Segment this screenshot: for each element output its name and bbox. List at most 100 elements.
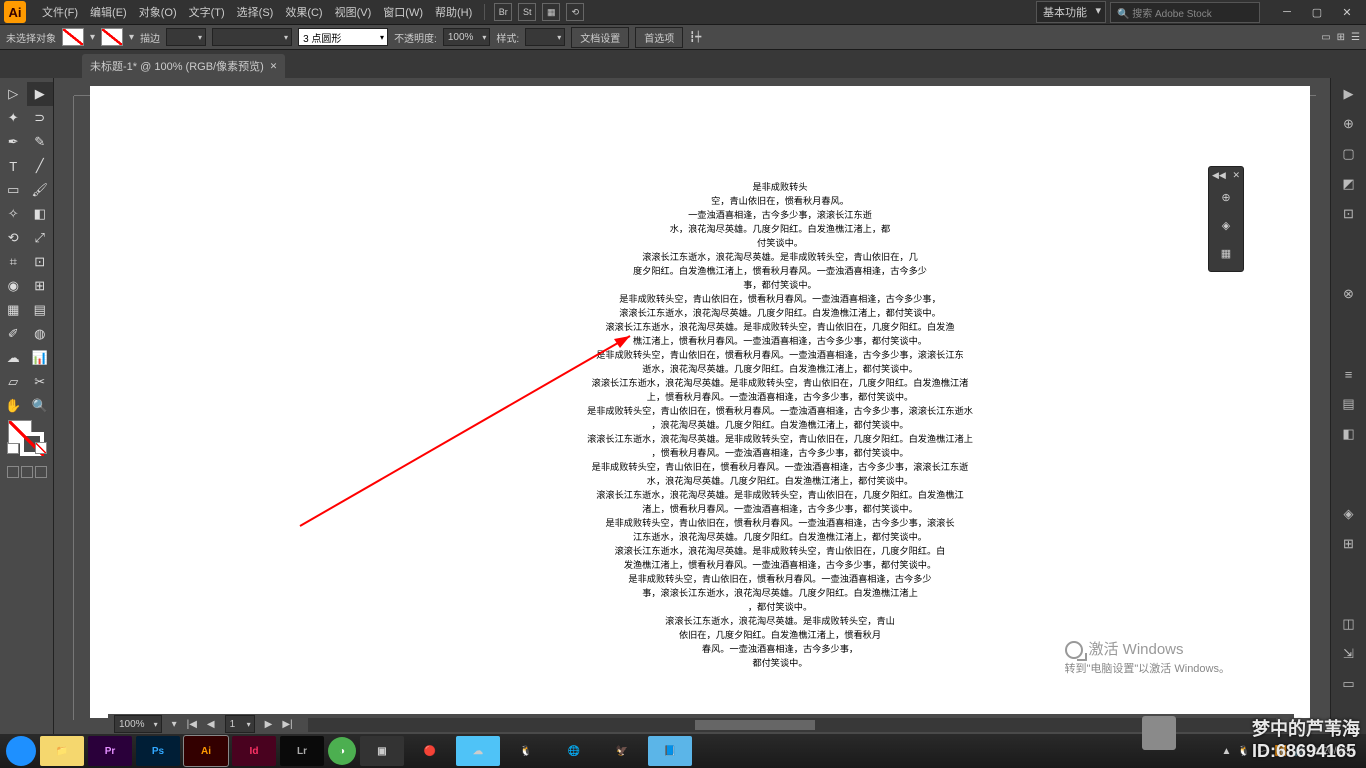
scale-tool[interactable]: ⤢	[27, 226, 54, 250]
taskbar-explorer-icon[interactable]: 📁	[40, 736, 84, 766]
taskbar-chrome-icon[interactable]: 🌐	[552, 736, 596, 766]
maximize-button[interactable]: ▢	[1302, 2, 1332, 22]
brush-tool[interactable]: 🖌	[27, 178, 54, 202]
properties-panel-icon[interactable]: ▶	[1339, 84, 1359, 104]
menu-window[interactable]: 窗口(W)	[377, 4, 429, 20]
rotate-tool[interactable]: ⟲	[0, 226, 27, 250]
zoom-tool[interactable]: 🔍	[27, 394, 54, 418]
panel-close-icon[interactable]: ✕	[1232, 170, 1240, 181]
panel-collapse-icon[interactable]: ◀◀	[1212, 170, 1226, 181]
taskbar-app3-icon[interactable]: 🔴	[408, 736, 452, 766]
taskbar-app6-icon[interactable]: 📘	[648, 736, 692, 766]
menu-file[interactable]: 文件(F)	[36, 4, 84, 20]
graph-tool[interactable]: 📊	[27, 346, 54, 370]
taskbar-app5-icon[interactable]: 🦅	[600, 736, 644, 766]
nav-last-icon[interactable]: ▶|	[282, 719, 292, 730]
mesh-tool[interactable]: ▦	[0, 298, 27, 322]
search-stock-input[interactable]: 🔍 搜索 Adobe Stock	[1110, 2, 1260, 23]
arrange-icon[interactable]: ▦	[542, 3, 560, 21]
swatches-panel-icon[interactable]: ▢	[1339, 144, 1359, 164]
cc-libraries-icon[interactable]: ⊗	[1339, 284, 1359, 304]
type-tool[interactable]: T	[0, 154, 27, 178]
rectangle-tool[interactable]: ▭	[0, 178, 27, 202]
nav-next-icon[interactable]: ▶	[265, 719, 273, 730]
taskbar-qq-icon[interactable]: 🐧	[504, 736, 548, 766]
document-tab[interactable]: 未标题-1* @ 100% (RGB/像素预览) ✕	[82, 54, 285, 78]
taskbar-app1-icon[interactable]: ◑	[328, 737, 356, 765]
transform-icon[interactable]: ⊞	[1337, 32, 1345, 43]
asset-export-icon[interactable]: ⇲	[1339, 644, 1359, 664]
panel-swatch-icon[interactable]: ▦	[1212, 240, 1240, 266]
width-tool[interactable]: ⌗	[0, 250, 27, 274]
minimize-button[interactable]: ─	[1272, 2, 1302, 22]
workspace-dropdown[interactable]: 基本功能	[1036, 1, 1106, 23]
menu-help[interactable]: 帮助(H)	[429, 4, 478, 20]
layers-panel-icon[interactable]: ◫	[1339, 614, 1359, 634]
direct-selection-tool[interactable]: ▶	[27, 82, 54, 106]
stroke-width-dropdown[interactable]	[166, 28, 206, 46]
tab-close-icon[interactable]: ✕	[270, 61, 278, 72]
artboard-nav-input[interactable]: 1	[225, 715, 255, 733]
taskbar-app2-icon[interactable]: ▣	[360, 736, 404, 766]
selection-tool[interactable]: ▷	[0, 82, 27, 106]
zoom-dropdown[interactable]: 100%	[114, 715, 162, 733]
hand-tool[interactable]: ✋	[0, 394, 27, 418]
stroke-profile-dropdown[interactable]	[212, 28, 292, 46]
curvature-tool[interactable]: ✎	[27, 130, 54, 154]
slice-tool[interactable]: ✂	[27, 370, 54, 394]
vertical-ruler[interactable]	[54, 96, 74, 720]
shape-builder-tool[interactable]: ◉	[0, 274, 27, 298]
free-transform-tool[interactable]: ⊡	[27, 250, 54, 274]
opacity-dropdown[interactable]: 100%	[443, 28, 491, 46]
perspective-tool[interactable]: ⊞	[27, 274, 54, 298]
taskbar-lightroom-icon[interactable]: Lr	[280, 736, 324, 766]
style-dropdown[interactable]	[525, 28, 565, 46]
blend-tool[interactable]: ◍	[27, 322, 54, 346]
menu-object[interactable]: 对象(O)	[133, 4, 183, 20]
bridge-icon[interactable]: Br	[494, 3, 512, 21]
stroke-swatch[interactable]	[101, 28, 123, 46]
symbols-panel-icon[interactable]: ⊡	[1339, 204, 1359, 224]
taskbar-app4-icon[interactable]: ☁	[456, 736, 500, 766]
tray-qq-icon[interactable]: 🐧	[1237, 746, 1249, 757]
appearance-panel-icon[interactable]: ◈	[1339, 504, 1359, 524]
prefs-icon[interactable]: ┇┿	[689, 32, 701, 43]
taskbar-indesign-icon[interactable]: Id	[232, 736, 276, 766]
menu-effect[interactable]: 效果(C)	[279, 4, 328, 20]
artboard-tool[interactable]: ▱	[0, 370, 27, 394]
gpu-icon[interactable]: ⟲	[566, 3, 584, 21]
circular-text-shape[interactable]: 是非成败转头空，青山依旧在，惯看秋月春风。一壶浊酒喜相逢，古今多少事，滚滚长江东…	[520, 180, 1040, 670]
panel-color-icon[interactable]: ⊕	[1212, 184, 1240, 210]
doc-setup-button[interactable]: 文档设置	[571, 27, 629, 48]
lasso-tool[interactable]: ⊃	[27, 106, 54, 130]
artboards-panel-icon[interactable]: ▭	[1339, 674, 1359, 694]
taskbar-premiere-icon[interactable]: Pr	[88, 736, 132, 766]
nav-first-icon[interactable]: |◀	[187, 719, 197, 730]
menu-select[interactable]: 选择(S)	[231, 4, 280, 20]
brushes-panel-icon[interactable]: ◩	[1339, 174, 1359, 194]
menu-view[interactable]: 视图(V)	[329, 4, 378, 20]
gradient-panel-icon[interactable]: ▤	[1339, 394, 1359, 414]
brush-dropdown[interactable]: 3 点圆形	[298, 28, 388, 46]
floating-panel[interactable]: ◀◀✕ ⊕ ◈ ▦	[1208, 166, 1244, 272]
magic-wand-tool[interactable]: ✦	[0, 106, 27, 130]
menu-type[interactable]: 文字(T)	[183, 4, 231, 20]
fill-swatch[interactable]	[62, 28, 84, 46]
transparency-panel-icon[interactable]: ◧	[1339, 424, 1359, 444]
nav-prev-icon[interactable]: ◀	[207, 719, 215, 730]
graphic-styles-icon[interactable]: ⊞	[1339, 534, 1359, 554]
pen-tool[interactable]: ✒	[0, 130, 27, 154]
tray-up-icon[interactable]: ▲	[1222, 746, 1232, 757]
eraser-tool[interactable]: ◧	[27, 202, 54, 226]
screen-mode-icons[interactable]	[0, 466, 53, 490]
close-button[interactable]: ✕	[1332, 2, 1362, 22]
symbol-tool[interactable]: ☁	[0, 346, 27, 370]
menu-edit[interactable]: 编辑(E)	[84, 4, 133, 20]
stroke-panel-icon[interactable]: ≡	[1339, 364, 1359, 384]
stock-icon[interactable]: St	[518, 3, 536, 21]
color-panel-icon[interactable]: ⊕	[1339, 114, 1359, 134]
gradient-tool[interactable]: ▤	[27, 298, 54, 322]
align-icon[interactable]: ▭	[1321, 32, 1330, 43]
menu-icon[interactable]: ☰	[1351, 32, 1360, 43]
artboard-canvas[interactable]: 是非成败转头空，青山依旧在，惯看秋月春风。一壶浊酒喜相逢，古今多少事，滚滚长江东…	[90, 86, 1310, 718]
